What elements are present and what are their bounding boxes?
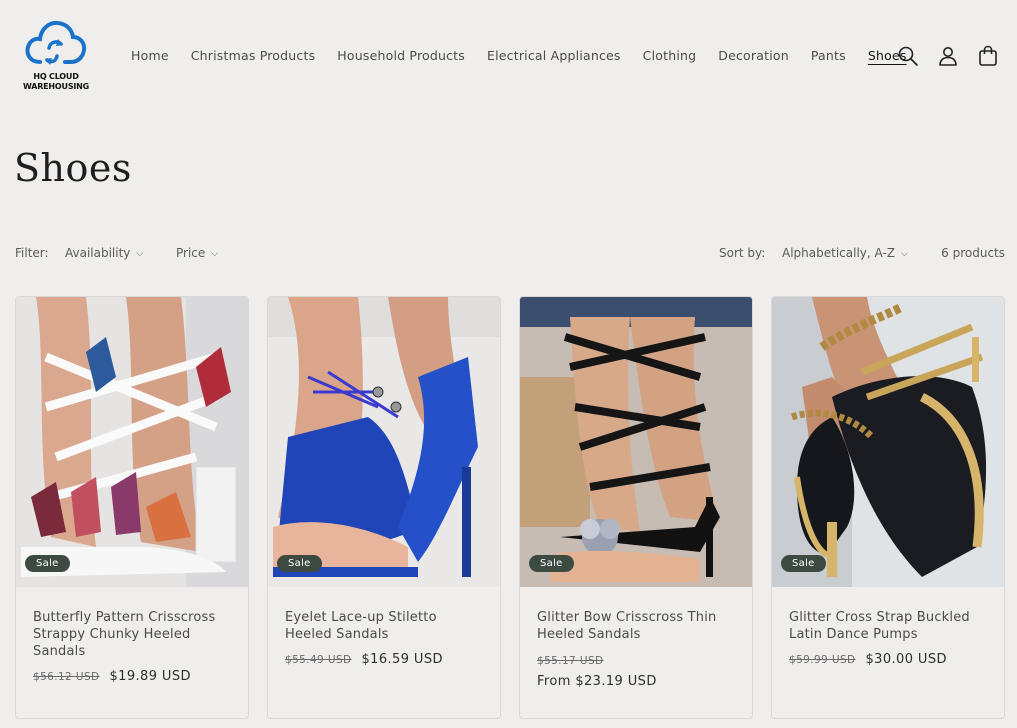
- blue-stiletto-image: [268, 297, 500, 587]
- product-card[interactable]: Sale Butterfly Pattern Crisscross Strapp…: [15, 296, 249, 719]
- butterfly-sandal-image: [16, 297, 248, 587]
- original-price: $55.49 USD: [285, 654, 352, 666]
- sale-price: $30.00 USD: [865, 652, 947, 667]
- product-card[interactable]: Sale Eyelet Lace-up Stiletto Heeled Sand…: [267, 296, 501, 719]
- product-name[interactable]: Glitter Bow Crisscross Thin Heeled Sanda…: [537, 609, 737, 643]
- sale-price: $19.89 USD: [109, 669, 191, 684]
- sale-badge: Sale: [25, 555, 70, 572]
- product-count: 6 products: [941, 246, 1005, 260]
- product-name[interactable]: Butterfly Pattern Crisscross Strappy Chu…: [33, 609, 233, 660]
- product-name[interactable]: Eyelet Lace-up Stiletto Heeled Sandals: [285, 609, 485, 643]
- nav-item-electrical-appliances[interactable]: Electrical Appliances: [487, 46, 621, 66]
- availability-filter[interactable]: Availability ⌵: [65, 246, 143, 260]
- site-header: HQ CLOUD WAREHOUSING Home Christmas Prod…: [0, 0, 1017, 110]
- product-name[interactable]: Glitter Cross Strap Buckled Latin Dance …: [789, 609, 989, 643]
- chevron-down-icon: ⌵: [136, 249, 144, 259]
- filter-label: Filter:: [15, 246, 49, 260]
- price-filter[interactable]: Price ⌵: [176, 246, 218, 260]
- sort-label: Sort by:: [719, 246, 766, 260]
- filter-bar: Filter: Availability ⌵ Price ⌵ Sort by: Al…: [15, 244, 1005, 264]
- sale-badge: Sale: [781, 555, 826, 572]
- nav-item-christmas-products[interactable]: Christmas Products: [191, 46, 316, 66]
- original-price: $55.17 USD: [537, 655, 604, 667]
- availability-filter-label: Availability: [65, 246, 131, 260]
- product-card[interactable]: Sale Glitter Cross Strap Buckled Latin D…: [771, 296, 1005, 719]
- header-icons: [896, 44, 1016, 68]
- product-image[interactable]: Sale: [772, 297, 1004, 587]
- sort-select-value: Alphabetically, A-Z: [782, 246, 896, 260]
- cart-icon[interactable]: [976, 44, 1000, 68]
- product-card[interactable]: Sale Glitter Bow Crisscross Thin Heeled …: [519, 296, 753, 719]
- sale-badge: Sale: [277, 555, 322, 572]
- original-price: $56.12 USD: [33, 671, 100, 683]
- price-filter-label: Price: [176, 246, 206, 260]
- logo-text: HQ CLOUD WAREHOUSING: [22, 72, 90, 92]
- chevron-down-icon: ⌵: [901, 249, 908, 259]
- logo[interactable]: HQ CLOUD WAREHOUSING: [22, 18, 90, 94]
- account-icon[interactable]: [936, 44, 960, 68]
- product-image[interactable]: Sale: [268, 297, 500, 587]
- nav-item-clothing[interactable]: Clothing: [643, 46, 697, 66]
- sale-price: $16.59 USD: [361, 652, 443, 667]
- from-price: From $23.19 USD: [537, 674, 657, 689]
- logo-text-line2: WAREHOUSING: [22, 82, 90, 91]
- logo-text-line1: HQ CLOUD: [33, 72, 79, 81]
- sale-badge: Sale: [529, 555, 574, 572]
- nav-item-home[interactable]: Home: [131, 46, 169, 66]
- cloud-logo-icon: [25, 20, 87, 65]
- price-row: $56.12 USD $19.89 USD: [33, 669, 191, 684]
- nav-item-decoration[interactable]: Decoration: [718, 46, 789, 66]
- price-row: $59.99 USD $30.00 USD: [789, 652, 947, 667]
- nav-item-household-products[interactable]: Household Products: [337, 46, 465, 66]
- product-image[interactable]: Sale: [16, 297, 248, 587]
- page-title: Shoes: [14, 146, 132, 190]
- price-row: $55.17 USD: [537, 653, 614, 668]
- original-price: $59.99 USD: [789, 654, 856, 666]
- glitter-bow-sandal-image: [520, 297, 752, 587]
- product-image[interactable]: Sale: [520, 297, 752, 587]
- chevron-down-icon: ⌵: [211, 249, 219, 259]
- sort-select[interactable]: Alphabetically, A-Z ⌵: [782, 246, 908, 260]
- latin-dance-pump-image: [772, 297, 1004, 587]
- main-nav: Home Christmas Products Household Produc…: [120, 46, 918, 66]
- nav-item-pants[interactable]: Pants: [811, 46, 846, 66]
- price-row: $55.49 USD $16.59 USD: [285, 652, 443, 667]
- search-icon[interactable]: [896, 44, 920, 68]
